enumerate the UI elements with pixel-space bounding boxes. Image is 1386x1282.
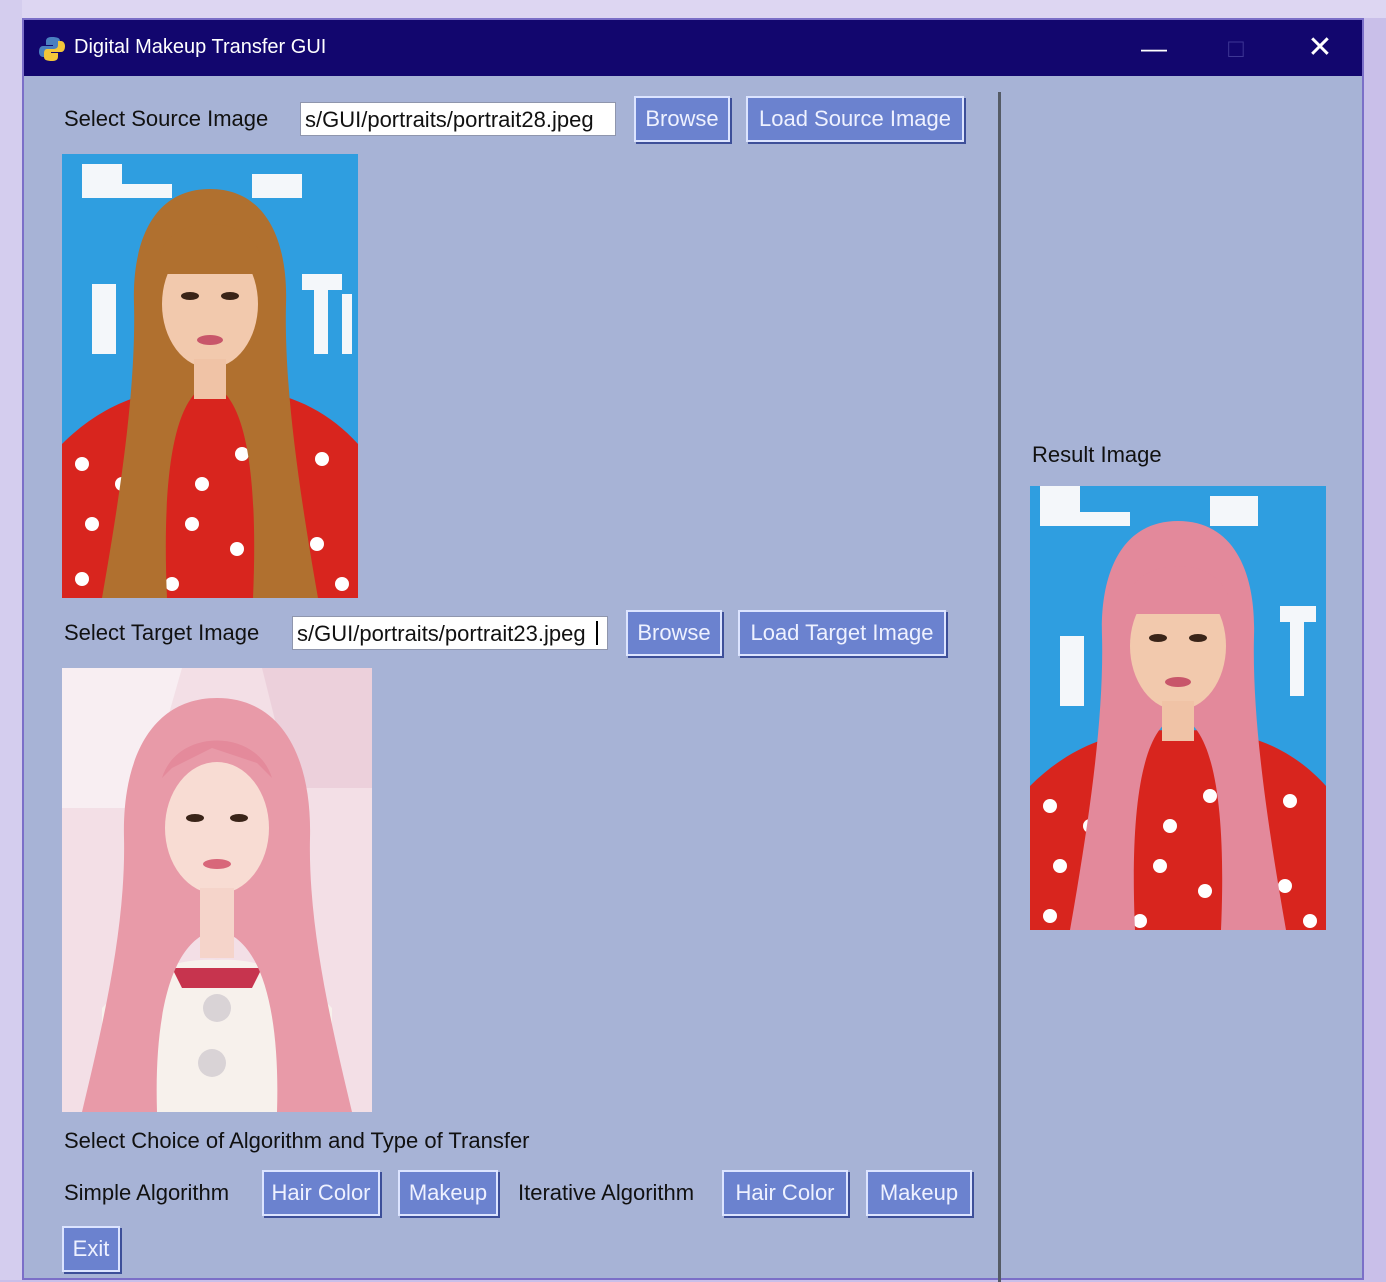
source-path-input[interactable]: s/GUI/portraits/portrait28.jpeg [300,102,616,136]
desktop-background-top [0,0,1386,18]
desktop-background-left [0,0,22,1280]
close-button[interactable]: ✕ [1290,28,1350,68]
simple-makeup-button[interactable]: Makeup [398,1170,498,1216]
iterative-algorithm-label: Iterative Algorithm [518,1180,695,1205]
load-source-image-button[interactable]: Load Source Image [746,96,964,142]
source-image-label: Select Source Image [64,106,269,131]
target-image-preview [62,668,372,1112]
source-browse-button[interactable]: Browse [634,96,730,142]
iterative-makeup-button[interactable]: Makeup [866,1170,972,1216]
simple-hair-color-button[interactable]: Hair Color [262,1170,380,1216]
iterative-hair-color-button[interactable]: Hair Color [722,1170,848,1216]
target-path-input[interactable]: s/GUI/portraits/portrait23.jpeg [292,616,608,650]
target-image-label: Select Target Image [64,620,260,645]
text-cursor [596,621,598,645]
vertical-separator [998,92,1001,1282]
exit-button[interactable]: Exit [62,1226,120,1272]
algorithm-heading: Select Choice of Algorithm and Type of T… [64,1128,530,1153]
simple-algorithm-label: Simple Algorithm [64,1180,230,1205]
result-image-label: Result Image [1032,442,1162,467]
result-image-preview [1030,486,1326,930]
load-target-image-button[interactable]: Load Target Image [738,610,946,656]
window-title: Digital Makeup Transfer GUI [74,36,327,58]
app-window: Digital Makeup Transfer GUI — □ ✕ Select… [22,18,1364,1282]
source-image-preview [62,154,358,598]
minimize-button[interactable]: — [1124,28,1184,68]
python-icon [39,37,65,61]
target-browse-button[interactable]: Browse [626,610,722,656]
title-bar[interactable]: Digital Makeup Transfer GUI — □ ✕ [24,20,1362,76]
maximize-button[interactable]: □ [1206,28,1266,68]
